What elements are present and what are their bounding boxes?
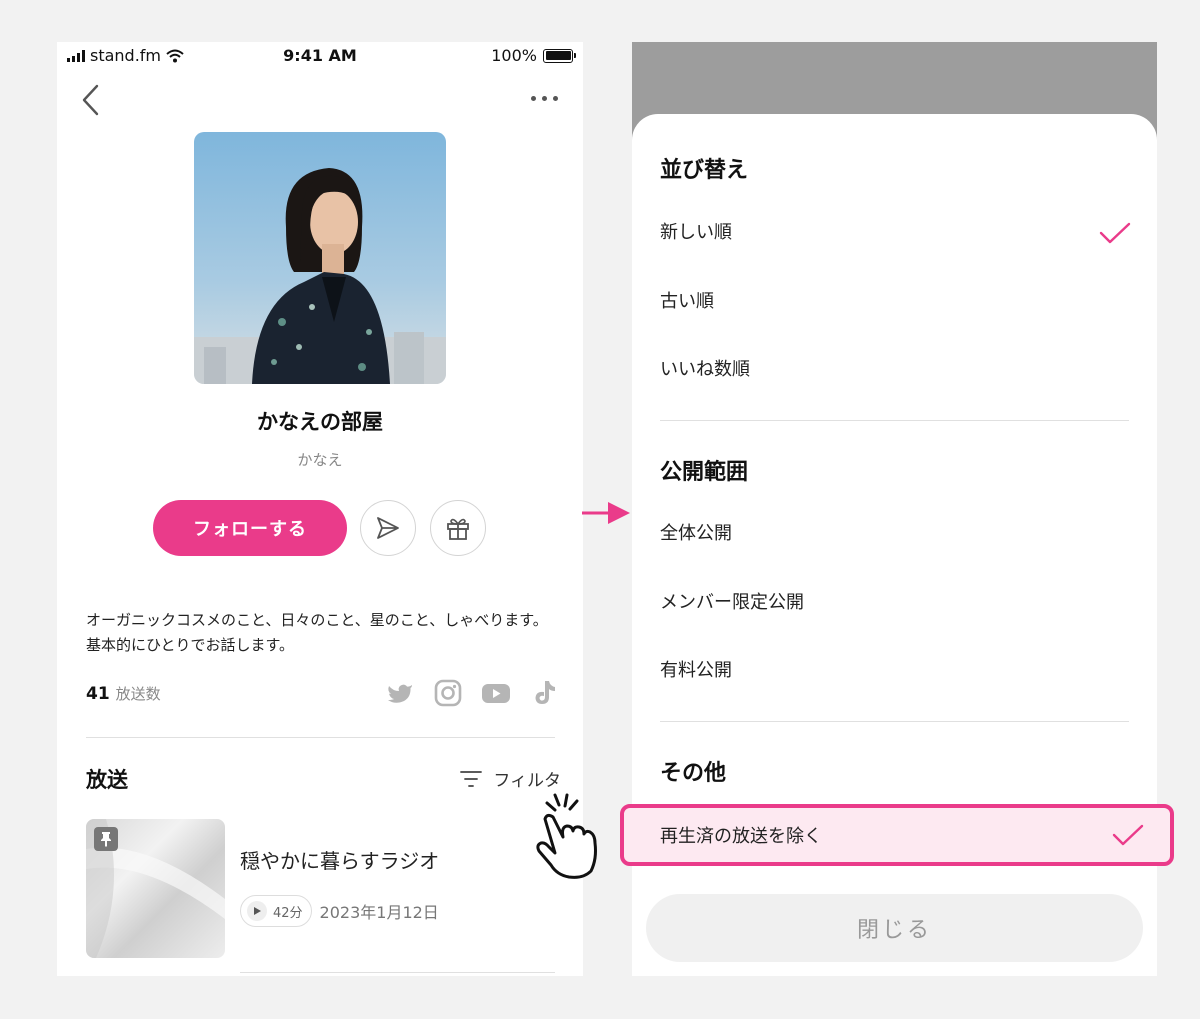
channel-title: かなえの部屋 [257,410,383,434]
broadcast-count-value: 41 [86,684,110,704]
divider [660,721,1129,722]
filter-button[interactable]: フィルタ [459,766,561,791]
more-horizontal-icon [531,95,536,101]
check-icon [1112,824,1144,846]
chevron-left-icon [82,84,99,116]
other-option-exclude-played[interactable]: 再生済の放送を除く [620,804,1174,866]
gift-button[interactable] [430,500,486,556]
battery-icon [543,48,576,63]
broadcast-count: 41 放送数 [86,683,161,704]
episode-play-button[interactable]: 42分 [240,895,312,927]
scope-option-members[interactable]: メンバー限定公開 [660,583,1130,623]
episode-thumbnail[interactable] [86,819,225,958]
scope-option-paid[interactable]: 有料公開 [660,651,1130,691]
episode-date: 2023年1月12日 [319,903,439,922]
social-links [385,678,559,708]
instagram-icon[interactable] [433,678,463,708]
battery-label: 100% [491,46,537,65]
scope-heading: 公開範囲 [660,460,749,485]
status-bar: stand.fm 9:41 AM 100% [57,42,583,70]
twitter-icon[interactable] [385,678,415,708]
channel-screen: stand.fm 9:41 AM 100% かなえの部屋 かなえ フォローする … [57,42,583,976]
filter-label: フィルタ [493,771,561,791]
broadcast-count-label: 放送数 [115,685,161,703]
divider [240,972,555,973]
sort-option-likes[interactable]: いいね数順 [660,350,1130,390]
pin-icon [94,827,118,851]
share-button[interactable] [360,500,416,556]
filter-icon [460,770,483,787]
more-button[interactable] [531,90,567,106]
channel-description: オーガニックコスメのこと、日々のこと、星のこと、しゃべります。基本的にひとりでお… [86,611,548,654]
other-heading: その他 [660,761,727,786]
episode-title[interactable]: 穏やかに暮らすラジオ [240,845,439,874]
check-icon [1099,222,1131,244]
channel-author[interactable]: かなえ [57,449,583,470]
tiktok-icon[interactable] [529,678,559,708]
episode-duration: 42分 [273,905,303,921]
divider [86,737,555,738]
send-icon [377,517,399,539]
follow-button[interactable]: フォローする [153,500,347,556]
sort-heading: 並び替え [660,158,749,183]
broadcasts-section-title: 放送 [86,768,128,792]
play-icon [247,901,267,921]
scope-option-public[interactable]: 全体公開 [660,514,1130,554]
gift-icon [447,518,469,540]
arrow-right-icon [582,502,630,524]
close-button[interactable]: 閉じる [646,894,1143,962]
sort-option-oldest[interactable]: 古い順 [660,282,1130,322]
youtube-icon[interactable] [481,678,511,708]
episode-meta: 42分 2023年1月12日 [240,895,439,927]
tap-hand-icon [536,793,597,879]
back-button[interactable] [79,82,103,118]
sort-option-newest[interactable]: 新しい順 [660,213,1130,253]
divider [660,420,1129,421]
channel-cover-image [194,132,446,384]
